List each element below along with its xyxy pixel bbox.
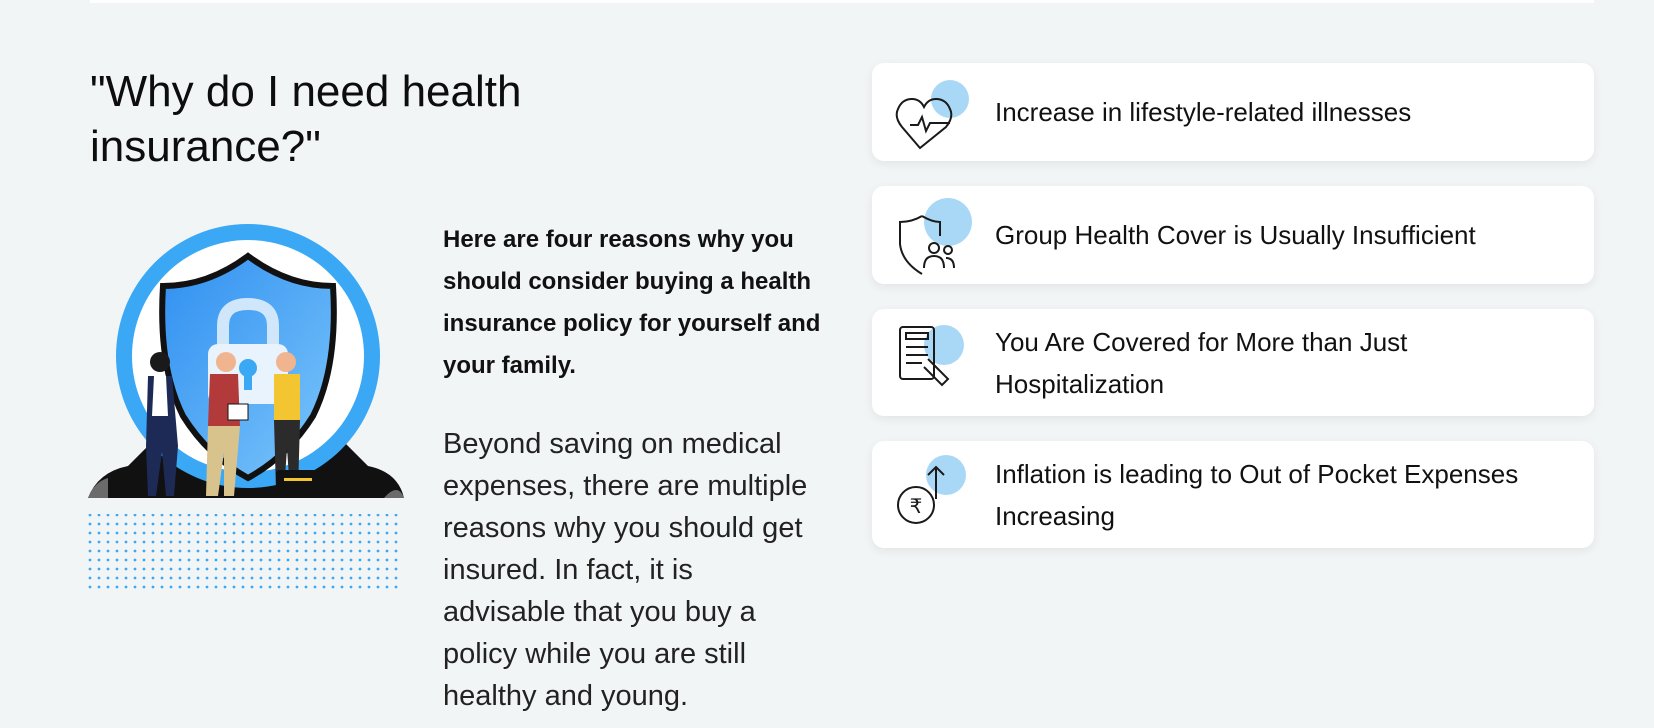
reason-card-group-cover[interactable]: Group Health Cover is Usually Insufficie… bbox=[872, 186, 1594, 284]
reason-text: You Are Covered for More than Just Hospi… bbox=[995, 327, 1408, 399]
reason-card-inflation[interactable]: ₹ Inflation is leading to Out of Pocket … bbox=[872, 441, 1594, 548]
shield-lock-illustration bbox=[88, 224, 404, 594]
rupee-rising-icon: ₹ bbox=[892, 455, 982, 535]
reason-text: Group Health Cover is Usually Insufficie… bbox=[995, 220, 1476, 250]
insurance-illustration bbox=[88, 216, 408, 596]
heart-pulse-icon bbox=[892, 73, 982, 153]
medical-report-icon bbox=[892, 323, 982, 403]
svg-text:₹: ₹ bbox=[910, 494, 923, 518]
intro-heading: Here are four reasons why you should con… bbox=[443, 226, 821, 379]
top-divider bbox=[90, 0, 1594, 3]
shield-group-icon bbox=[892, 196, 982, 276]
intro-paragraph: Beyond saving on medical expenses, there… bbox=[443, 428, 808, 712]
reason-text: Increase in lifestyle-related illnesses bbox=[995, 97, 1412, 127]
section-title: "Why do I need health insurance?" bbox=[90, 67, 522, 171]
reason-card-hospitalization[interactable]: You Are Covered for More than Just Hospi… bbox=[872, 309, 1594, 416]
reason-text: Inflation is leading to Out of Pocket Ex… bbox=[995, 459, 1519, 531]
reason-card-lifestyle[interactable]: Increase in lifestyle-related illnesses bbox=[872, 63, 1594, 161]
